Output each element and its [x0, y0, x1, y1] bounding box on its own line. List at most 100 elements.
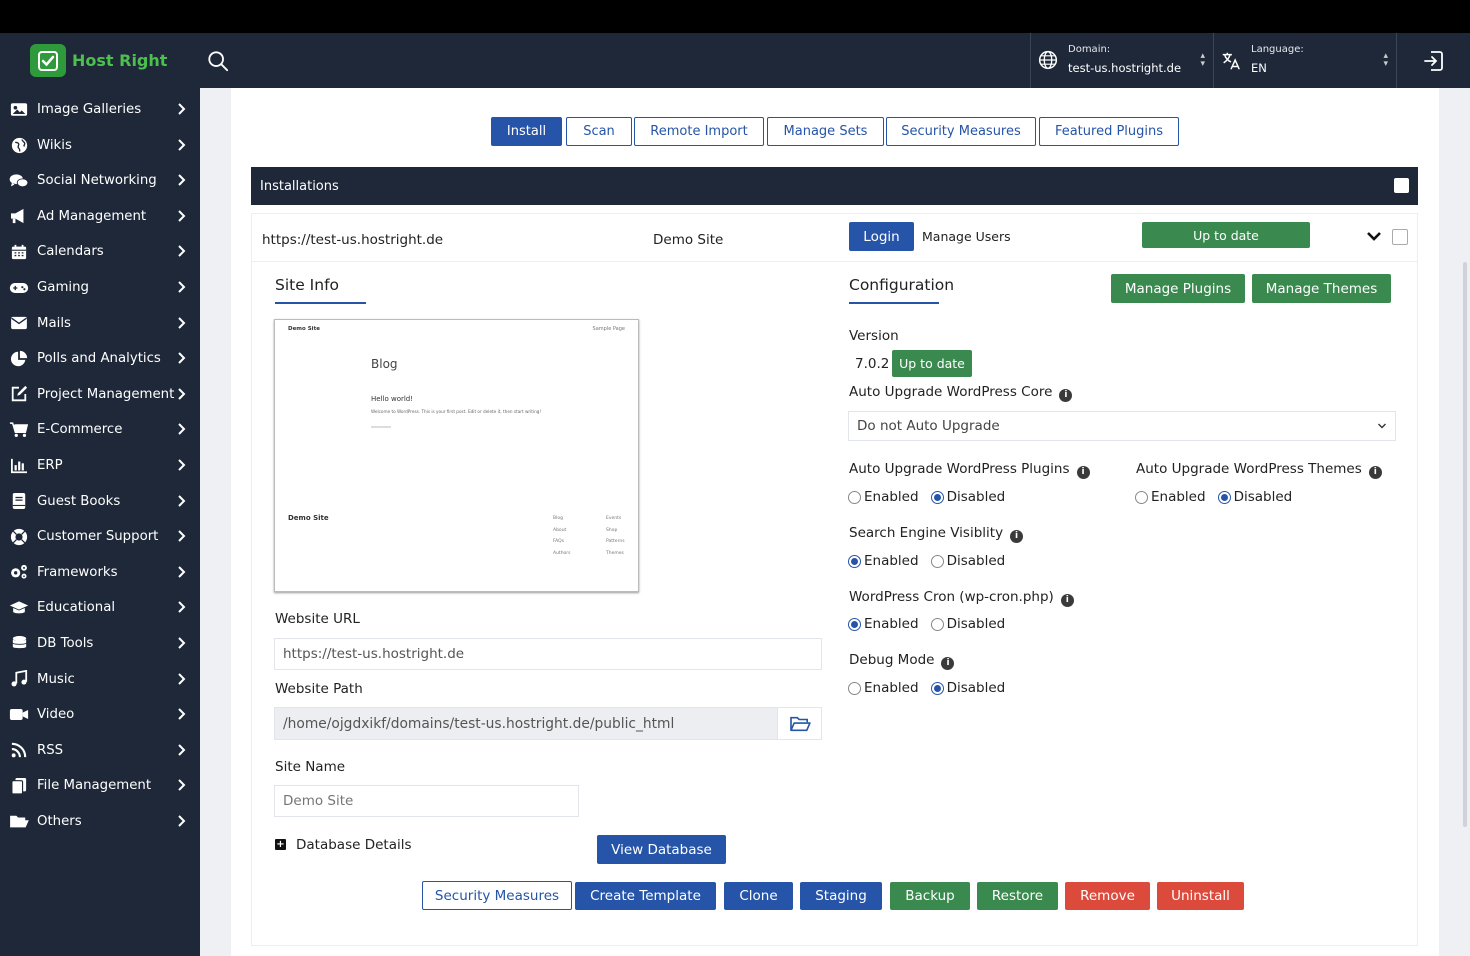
chevron-right-icon — [177, 743, 186, 757]
cron-label: WordPress Cron (wp-cron.php) i — [849, 589, 1074, 607]
sidebar-item-e-commerce[interactable]: E-Commerce — [0, 412, 200, 447]
remove-button[interactable]: Remove — [1065, 882, 1150, 910]
sidebar-item-image-galleries[interactable]: Image Galleries — [0, 92, 200, 127]
sidebar-item-educational[interactable]: Educational — [0, 590, 200, 625]
disabled-label: Disabled — [946, 616, 1006, 632]
manage-themes-button[interactable]: Manage Themes — [1252, 274, 1391, 303]
sidebar-item-music[interactable]: Music — [0, 662, 200, 697]
tab-featured-plugins[interactable]: Featured Plugins — [1039, 117, 1179, 146]
login-button[interactable]: Login — [849, 222, 914, 251]
sidebar-item-label: Frameworks — [37, 564, 118, 580]
staging-button[interactable]: Staging — [800, 882, 882, 910]
select-all-checkbox[interactable] — [1394, 178, 1409, 193]
chevron-right-icon — [177, 387, 186, 401]
info-icon[interactable]: i — [1368, 466, 1382, 479]
radio-disabled[interactable] — [1217, 490, 1231, 504]
domain-selector[interactable]: Domain: test-us.hostright.de ▴ ▾ — [1031, 33, 1213, 88]
chevron-right-icon — [177, 600, 186, 614]
tab-security-measures[interactable]: Security Measures — [886, 117, 1036, 146]
auto-upgrade-core-value: Do not Auto Upgrade — [857, 418, 1000, 434]
radio-enabled[interactable] — [1135, 490, 1148, 504]
rss-icon — [9, 741, 29, 759]
expand-plus-icon[interactable]: + — [275, 839, 286, 850]
manage-plugins-button[interactable]: Manage Plugins — [1111, 274, 1245, 303]
auto-upgrade-core-select[interactable]: Do not Auto Upgrade — [848, 411, 1396, 441]
brand-logo[interactable]: Host Right — [30, 44, 167, 77]
database-details-label[interactable]: Database Details — [296, 837, 412, 853]
status-badge: Up to date — [1142, 222, 1310, 248]
site-info-title: Site Info — [275, 276, 340, 294]
sidebar-item-label: RSS — [37, 742, 64, 758]
site-preview[interactable]: Demo Site Sample Page Blog Hello world! … — [274, 319, 639, 592]
graduation-cap-icon — [9, 599, 29, 617]
website-path-input[interactable]: /home/ojgdxikf/domains/test-us.hostright… — [274, 707, 778, 740]
tab-manage-sets[interactable]: Manage Sets — [767, 117, 884, 146]
radio-enabled[interactable] — [848, 554, 861, 568]
radio-disabled[interactable] — [930, 554, 944, 568]
sidebar-item-others[interactable]: Others — [0, 804, 200, 839]
sidebar-item-frameworks[interactable]: Frameworks — [0, 555, 200, 590]
enabled-label: Enabled — [864, 489, 919, 505]
chevron-down-icon[interactable] — [1366, 230, 1382, 242]
tab-remote-import[interactable]: Remote Import — [634, 117, 764, 146]
radio-disabled[interactable] — [930, 681, 944, 695]
restore-button[interactable]: Restore — [977, 882, 1058, 910]
sidebar-item-wikis[interactable]: Wikis — [0, 128, 200, 163]
website-url-input[interactable]: https://test-us.hostright.de — [274, 638, 822, 670]
tab-install[interactable]: Install — [491, 117, 562, 146]
sidebar-item-erp[interactable]: ERP — [0, 448, 200, 483]
sidebar-item-polls-and-analytics[interactable]: Polls and Analytics — [0, 341, 200, 376]
info-icon[interactable]: i — [1059, 389, 1073, 402]
sidebar-item-gaming[interactable]: Gaming — [0, 270, 200, 305]
tab-scan[interactable]: Scan — [566, 117, 632, 146]
sidebar-item-file-management[interactable]: File Management — [0, 768, 200, 803]
sidebar-item-label: File Management — [37, 778, 152, 794]
logout-icon[interactable] — [1422, 49, 1446, 73]
chevron-right-icon — [177, 351, 186, 365]
sidebar-item-db-tools[interactable]: DB Tools — [0, 626, 200, 661]
calendar-icon — [9, 243, 29, 261]
files-icon — [9, 777, 29, 795]
sidebar-item-customer-support[interactable]: Customer Support — [0, 519, 200, 554]
radio-enabled[interactable] — [848, 681, 861, 695]
disabled-label: Disabled — [946, 489, 1006, 505]
security-measures-button[interactable]: Security Measures — [422, 881, 572, 910]
preview-footer-col2: Events Shop Patterns Themes — [606, 516, 625, 556]
info-icon[interactable]: i — [1010, 530, 1024, 543]
chevron-down-icon — [1378, 423, 1386, 429]
create-template-button[interactable]: Create Template — [575, 882, 716, 910]
auto-upgrade-plugins-radio-group: Enabled Disabled — [848, 489, 1005, 505]
radio-disabled[interactable] — [930, 490, 944, 504]
preview-blog-heading: Blog — [371, 357, 398, 371]
radio-enabled[interactable] — [848, 617, 861, 631]
sidebar-item-video[interactable]: Video — [0, 697, 200, 732]
uninstall-button[interactable]: Uninstall — [1157, 882, 1244, 910]
sidebar-item-rss[interactable]: RSS — [0, 733, 200, 768]
language-selector[interactable]: Language: EN ▴ ▾ — [1214, 33, 1396, 88]
backup-button[interactable]: Backup — [890, 882, 970, 910]
site-name-input[interactable] — [274, 785, 579, 817]
chevron-right-icon — [177, 102, 186, 116]
scrollbar[interactable] — [1463, 262, 1467, 827]
clone-button[interactable]: Clone — [724, 882, 793, 910]
info-icon[interactable]: i — [1076, 466, 1090, 479]
radio-enabled[interactable] — [848, 490, 861, 504]
row-checkbox[interactable] — [1392, 229, 1408, 245]
sidebar-item-calendars[interactable]: Calendars — [0, 234, 200, 269]
radio-disabled[interactable] — [930, 617, 944, 631]
info-icon[interactable]: i — [941, 657, 955, 670]
preview-post-excerpt: Welcome to WordPress. This is your first… — [371, 409, 542, 414]
info-icon[interactable]: i — [1060, 594, 1074, 607]
comments-icon — [9, 172, 29, 190]
manage-users-link[interactable]: Manage Users — [922, 229, 1011, 244]
search-icon[interactable] — [207, 50, 229, 72]
installation-url[interactable]: https://test-us.hostright.de — [262, 232, 443, 248]
browse-folder-button[interactable] — [777, 707, 822, 740]
sidebar-item-social-networking[interactable]: Social Networking — [0, 163, 200, 198]
sidebar-item-ad-management[interactable]: Ad Management — [0, 199, 200, 234]
view-database-button[interactable]: View Database — [597, 835, 726, 864]
sidebar-item-mails[interactable]: Mails — [0, 306, 200, 341]
sidebar-item-project-management[interactable]: Project Management — [0, 377, 200, 412]
sidebar-item-guest-books[interactable]: Guest Books — [0, 484, 200, 519]
language-value: EN — [1251, 61, 1267, 75]
